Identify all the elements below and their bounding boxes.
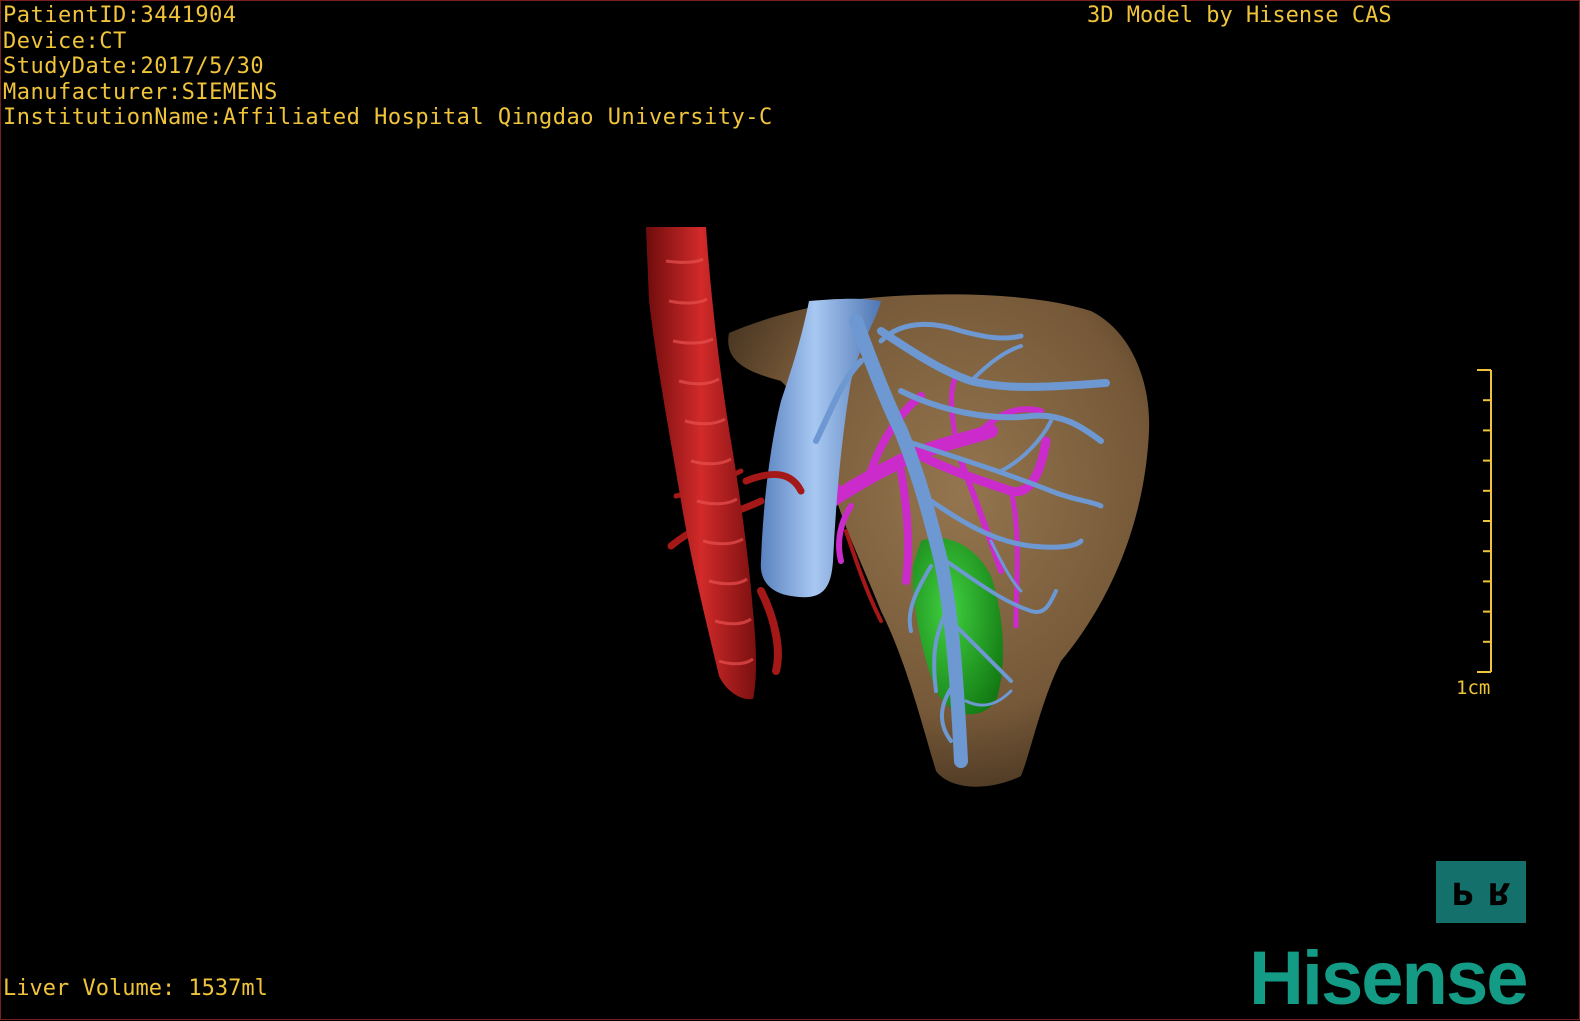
study-date: StudyDate:2017/5/30 (3, 54, 265, 79)
device: Device:CT (3, 28, 127, 54)
institution-name: InstitutionName:Affiliated Hospital Qing… (3, 105, 773, 130)
liver-3d-model[interactable] (1, 1, 1580, 1021)
hisense-logo: Hisense (1249, 936, 1528, 1021)
scale-bar (1477, 369, 1492, 673)
patient-info-overlay: PatientID:3441904 Device:CT StudyDate:20… (3, 3, 773, 131)
patient-id: PatientID:3441904 (3, 3, 237, 28)
model-credit: 3D Model by Hisense CAS (1087, 3, 1392, 28)
liver-volume: Liver Volume: 1537ml (3, 976, 268, 1001)
orientation-posterior-glyph: P (1451, 874, 1474, 910)
manufacturer: Manufacturer:SIEMENS (3, 79, 278, 105)
orientation-right-glyph: R (1487, 874, 1511, 910)
orientation-cube[interactable]: P R (1436, 861, 1526, 923)
scale-bar-label: 1cm (1456, 677, 1491, 699)
render-viewport[interactable]: PatientID:3441904 Device:CT StudyDate:20… (0, 0, 1580, 1020)
